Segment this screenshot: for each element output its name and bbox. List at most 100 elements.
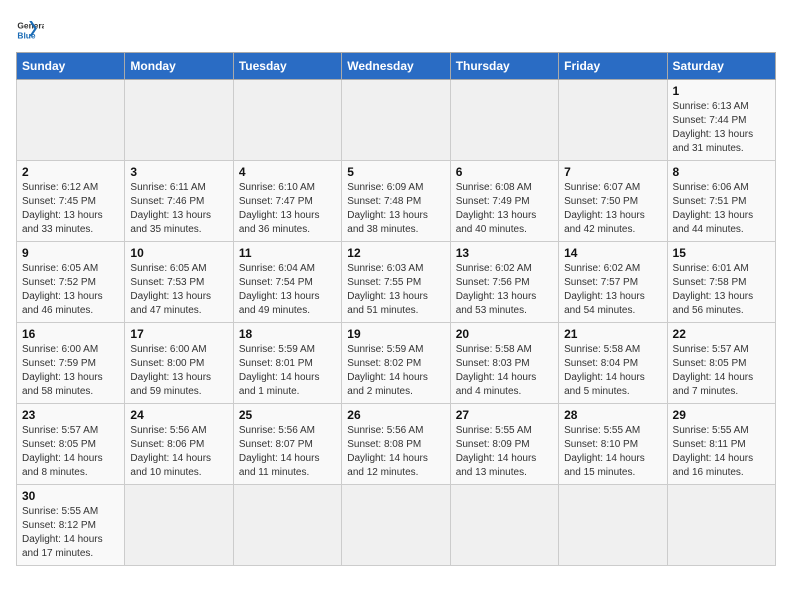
day-info: Sunrise: 6:02 AM Sunset: 7:57 PM Dayligh… [564,262,661,318]
day-cell: 10 Sunrise: 6:05 AM Sunset: 7:53 PM Dayli… [125,242,233,323]
day-cell [450,80,558,161]
day-number: 3 [130,165,227,179]
day-info: Sunrise: 6:08 AM Sunset: 7:49 PM Dayligh… [456,181,553,237]
day-cell: 6 Sunrise: 6:08 AM Sunset: 7:49 PM Daylig… [450,161,558,242]
day-info: Sunrise: 5:56 AM Sunset: 8:06 PM Dayligh… [130,424,227,480]
week-row-3: 9Sunrise: 6:05 AM Sunset: 7:52 PM Daylig… [17,242,776,323]
day-cell: 7 Sunrise: 6:07 AM Sunset: 7:50 PM Daylig… [559,161,667,242]
day-cell: 26 Sunrise: 5:56 AM Sunset: 8:08 PM Dayli… [342,404,450,485]
day-cell: 19 Sunrise: 5:59 AM Sunset: 8:02 PM Dayli… [342,323,450,404]
day-number: 6 [456,165,553,179]
day-cell [125,80,233,161]
day-cell: 11 Sunrise: 6:04 AM Sunset: 7:54 PM Dayli… [233,242,341,323]
day-cell: 22Sunrise: 5:57 AM Sunset: 8:05 PM Dayli… [667,323,775,404]
day-cell [342,485,450,566]
day-number: 10 [130,246,227,260]
day-info: Sunrise: 5:58 AM Sunset: 8:04 PM Dayligh… [564,343,661,399]
day-cell: 18 Sunrise: 5:59 AM Sunset: 8:01 PM Dayli… [233,323,341,404]
day-cell: 30Sunrise: 5:55 AM Sunset: 8:12 PM Dayli… [17,485,125,566]
day-cell: 14 Sunrise: 6:02 AM Sunset: 7:57 PM Dayli… [559,242,667,323]
week-row-1: 1 Sunrise: 6:13 AM Sunset: 7:44 PM Daylig… [17,80,776,161]
day-info: Sunrise: 5:58 AM Sunset: 8:03 PM Dayligh… [456,343,553,399]
weekday-header-saturday: Saturday [667,53,775,80]
day-number: 21 [564,327,661,341]
day-info: Sunrise: 6:04 AM Sunset: 7:54 PM Dayligh… [239,262,336,318]
day-info: Sunrise: 6:07 AM Sunset: 7:50 PM Dayligh… [564,181,661,237]
day-info: Sunrise: 5:55 AM Sunset: 8:10 PM Dayligh… [564,424,661,480]
weekday-header-monday: Monday [125,53,233,80]
day-cell [233,80,341,161]
day-number: 1 [673,84,770,98]
day-cell: 24Sunrise: 5:56 AM Sunset: 8:06 PM Dayli… [125,404,233,485]
day-number: 5 [347,165,444,179]
day-cell [233,485,341,566]
day-info: Sunrise: 5:59 AM Sunset: 8:01 PM Dayligh… [239,343,336,399]
weekday-header-friday: Friday [559,53,667,80]
day-cell: 8 Sunrise: 6:06 AM Sunset: 7:51 PM Daylig… [667,161,775,242]
day-number: 8 [673,165,770,179]
day-cell: 5Sunrise: 6:09 AM Sunset: 7:48 PM Daylig… [342,161,450,242]
day-cell: 27 Sunrise: 5:55 AM Sunset: 8:09 PM Dayli… [450,404,558,485]
day-number: 27 [456,408,553,422]
day-number: 13 [456,246,553,260]
day-info: Sunrise: 6:12 AM Sunset: 7:45 PM Dayligh… [22,181,119,237]
day-info: Sunrise: 5:57 AM Sunset: 8:05 PM Dayligh… [673,343,770,399]
day-cell: 2Sunrise: 6:12 AM Sunset: 7:45 PM Daylig… [17,161,125,242]
week-row-6: 30Sunrise: 5:55 AM Sunset: 8:12 PM Dayli… [17,485,776,566]
day-number: 7 [564,165,661,179]
week-row-5: 23 Sunrise: 5:57 AM Sunset: 8:05 PM Dayli… [17,404,776,485]
day-number: 14 [564,246,661,260]
day-info: Sunrise: 6:10 AM Sunset: 7:47 PM Dayligh… [239,181,336,237]
day-number: 28 [564,408,661,422]
day-cell [667,485,775,566]
day-number: 20 [456,327,553,341]
day-cell: 28 Sunrise: 5:55 AM Sunset: 8:10 PM Dayli… [559,404,667,485]
day-number: 30 [22,489,119,503]
day-number: 18 [239,327,336,341]
day-info: Sunrise: 5:55 AM Sunset: 8:11 PM Dayligh… [673,424,770,480]
day-number: 11 [239,246,336,260]
logo: General Blue [16,16,48,44]
day-cell [450,485,558,566]
day-number: 17 [130,327,227,341]
day-info: Sunrise: 6:06 AM Sunset: 7:51 PM Dayligh… [673,181,770,237]
day-info: Sunrise: 6:13 AM Sunset: 7:44 PM Dayligh… [673,100,770,156]
day-number: 16 [22,327,119,341]
day-info: Sunrise: 5:57 AM Sunset: 8:05 PM Dayligh… [22,424,119,480]
day-cell: 1 Sunrise: 6:13 AM Sunset: 7:44 PM Daylig… [667,80,775,161]
day-info: Sunrise: 6:03 AM Sunset: 7:55 PM Dayligh… [347,262,444,318]
day-cell: 21 Sunrise: 5:58 AM Sunset: 8:04 PM Dayli… [559,323,667,404]
day-number: 25 [239,408,336,422]
day-cell: 12Sunrise: 6:03 AM Sunset: 7:55 PM Dayli… [342,242,450,323]
day-info: Sunrise: 6:05 AM Sunset: 7:53 PM Dayligh… [130,262,227,318]
day-number: 15 [673,246,770,260]
day-info: Sunrise: 6:05 AM Sunset: 7:52 PM Dayligh… [22,262,119,318]
day-cell: 16 Sunrise: 6:00 AM Sunset: 7:59 PM Dayli… [17,323,125,404]
week-row-4: 16 Sunrise: 6:00 AM Sunset: 7:59 PM Dayli… [17,323,776,404]
day-number: 29 [673,408,770,422]
day-cell [559,485,667,566]
day-cell [125,485,233,566]
day-cell [559,80,667,161]
day-info: Sunrise: 5:55 AM Sunset: 8:09 PM Dayligh… [456,424,553,480]
day-cell: 29 Sunrise: 5:55 AM Sunset: 8:11 PM Dayli… [667,404,775,485]
day-cell: 25 Sunrise: 5:56 AM Sunset: 8:07 PM Dayli… [233,404,341,485]
day-number: 23 [22,408,119,422]
day-number: 26 [347,408,444,422]
day-info: Sunrise: 5:56 AM Sunset: 8:08 PM Dayligh… [347,424,444,480]
day-cell: 17 Sunrise: 6:00 AM Sunset: 8:00 PM Dayli… [125,323,233,404]
weekday-header-row: SundayMondayTuesdayWednesdayThursdayFrid… [17,53,776,80]
day-number: 19 [347,327,444,341]
week-row-2: 2Sunrise: 6:12 AM Sunset: 7:45 PM Daylig… [17,161,776,242]
day-info: Sunrise: 5:59 AM Sunset: 8:02 PM Dayligh… [347,343,444,399]
day-cell: 4Sunrise: 6:10 AM Sunset: 7:47 PM Daylig… [233,161,341,242]
day-info: Sunrise: 5:56 AM Sunset: 8:07 PM Dayligh… [239,424,336,480]
day-info: Sunrise: 6:00 AM Sunset: 8:00 PM Dayligh… [130,343,227,399]
day-cell: 23 Sunrise: 5:57 AM Sunset: 8:05 PM Dayli… [17,404,125,485]
day-info: Sunrise: 6:11 AM Sunset: 7:46 PM Dayligh… [130,181,227,237]
day-info: Sunrise: 6:00 AM Sunset: 7:59 PM Dayligh… [22,343,119,399]
day-cell: 9Sunrise: 6:05 AM Sunset: 7:52 PM Daylig… [17,242,125,323]
weekday-header-sunday: Sunday [17,53,125,80]
day-cell [342,80,450,161]
day-cell: 15Sunrise: 6:01 AM Sunset: 7:58 PM Dayli… [667,242,775,323]
